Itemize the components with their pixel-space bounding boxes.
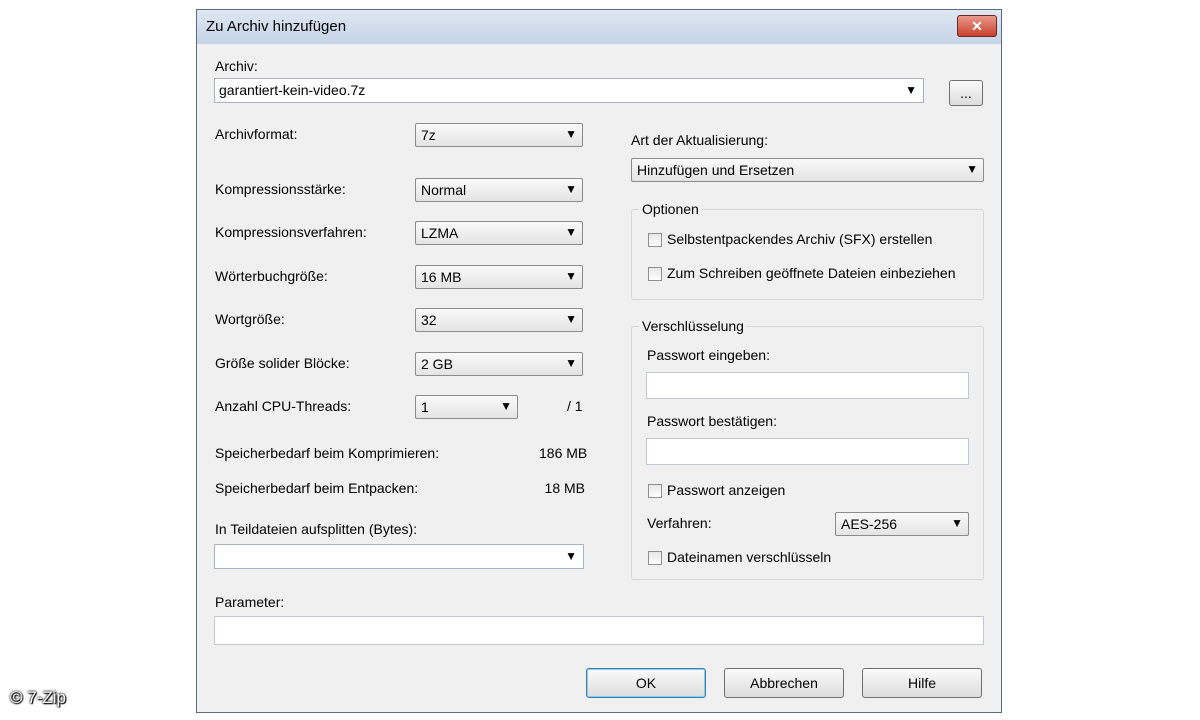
cancel-button[interactable]: Abbrechen — [724, 668, 844, 698]
archive-format-select[interactable]: 7z ▼ — [415, 123, 583, 147]
password-confirm-label: Passwort bestätigen: — [647, 413, 777, 429]
encrypt-filenames-checkbox[interactable] — [648, 551, 662, 565]
update-mode-value: Hinzufügen und Ersetzen — [637, 162, 795, 178]
compression-level-label: Kompressionsstärke: — [215, 181, 346, 197]
show-password-label: Passwort anzeigen — [667, 482, 786, 498]
encryption-method-select[interactable]: AES-256 ▼ — [835, 512, 969, 536]
cpu-threads-select[interactable]: 1 ▼ — [415, 395, 518, 419]
copyright-watermark: © 7-Zip — [10, 688, 66, 707]
split-volumes-combo[interactable]: ▼ — [214, 544, 584, 569]
archive-path-value: garantiert-kein-video.7z — [219, 82, 366, 98]
dictionary-size-label: Wörterbuchgröße: — [215, 268, 328, 284]
word-size-select[interactable]: 32 ▼ — [415, 308, 583, 332]
chevron-down-icon: ▼ — [565, 127, 577, 141]
encryption-method-value: AES-256 — [841, 516, 898, 532]
compression-method-label: Kompressionsverfahren: — [215, 224, 367, 240]
encryption-method-label: Verfahren: — [647, 515, 712, 531]
add-to-archive-dialog: Zu Archiv hinzufügen ✕ Archiv: garantier… — [196, 9, 1002, 713]
chevron-down-icon: ▼ — [565, 312, 577, 326]
archive-path-combo[interactable]: garantiert-kein-video.7z ▼ — [214, 78, 924, 103]
encrypt-filenames-label: Dateinamen verschlüsseln — [667, 549, 832, 565]
dictionary-size-value: 16 MB — [421, 269, 462, 285]
parameters-input[interactable] — [214, 616, 984, 645]
chevron-down-icon: ▼ — [565, 549, 577, 563]
chevron-down-icon: ▼ — [966, 162, 978, 176]
memory-decompress-value: 18 MB — [544, 480, 585, 496]
word-size-label: Wortgröße: — [215, 311, 285, 327]
password-input[interactable] — [646, 372, 969, 399]
shared-files-checkbox-label: Zum Schreiben geöffnete Dateien einbezie… — [667, 265, 956, 281]
update-mode-label: Art der Aktualisierung: — [631, 132, 768, 148]
memory-compress-label: Speicherbedarf beim Komprimieren: — [215, 445, 440, 461]
cpu-threads-label: Anzahl CPU-Threads: — [215, 398, 352, 414]
compression-level-value: Normal — [421, 182, 467, 198]
browse-button[interactable]: ... — [949, 80, 983, 106]
dictionary-size-select[interactable]: 16 MB ▼ — [415, 265, 583, 289]
chevron-down-icon: ▼ — [905, 83, 917, 97]
split-volumes-label: In Teildateien aufsplitten (Bytes): — [215, 521, 418, 537]
solid-block-size-value: 2 GB — [421, 356, 453, 372]
solid-block-size-label: Größe solider Blöcke: — [215, 355, 350, 371]
chevron-down-icon: ▼ — [565, 269, 577, 283]
close-button[interactable]: ✕ — [957, 15, 997, 37]
update-mode-select[interactable]: Hinzufügen und Ersetzen ▼ — [631, 158, 984, 182]
title-bar[interactable]: Zu Archiv hinzufügen ✕ — [197, 10, 1001, 45]
compression-level-select[interactable]: Normal ▼ — [415, 178, 583, 202]
sfx-checkbox-label: Selbstentpackendes Archiv (SFX) erstelle… — [667, 231, 933, 247]
chevron-down-icon: ▼ — [500, 399, 512, 413]
help-button[interactable]: Hilfe — [862, 668, 982, 698]
archive-format-value: 7z — [421, 127, 436, 143]
dialog-content: Archiv: garantiert-kein-video.7z ▼ ... A… — [197, 44, 1001, 712]
word-size-value: 32 — [421, 312, 437, 328]
sfx-checkbox[interactable] — [648, 233, 662, 247]
ok-button[interactable]: OK — [586, 668, 706, 698]
chevron-down-icon: ▼ — [565, 225, 577, 239]
chevron-down-icon: ▼ — [565, 182, 577, 196]
password-confirm-input[interactable] — [646, 438, 969, 465]
memory-compress-value: 186 MB — [539, 445, 588, 461]
shared-files-checkbox[interactable] — [648, 267, 662, 281]
memory-decompress-label: Speicherbedarf beim Entpacken: — [215, 480, 419, 496]
solid-block-size-select[interactable]: 2 GB ▼ — [415, 352, 583, 376]
options-group — [631, 209, 984, 300]
dialog-title: Zu Archiv hinzufügen — [206, 18, 347, 35]
compression-method-select[interactable]: LZMA ▼ — [415, 221, 583, 245]
encryption-group-title: Verschlüsselung — [639, 318, 747, 334]
show-password-checkbox[interactable] — [648, 484, 662, 498]
chevron-down-icon: ▼ — [951, 516, 963, 530]
chevron-down-icon: ▼ — [565, 356, 577, 370]
compression-method-value: LZMA — [421, 225, 459, 241]
password-label: Passwort eingeben: — [647, 347, 770, 363]
options-group-title: Optionen — [639, 201, 702, 217]
close-icon: ✕ — [971, 18, 983, 34]
archive-format-label: Archivformat: — [215, 126, 298, 142]
cpu-threads-value: 1 — [421, 399, 429, 415]
cpu-threads-max: / 1 — [567, 398, 583, 414]
parameters-label: Parameter: — [215, 594, 285, 610]
archive-label: Archiv: — [215, 58, 258, 74]
